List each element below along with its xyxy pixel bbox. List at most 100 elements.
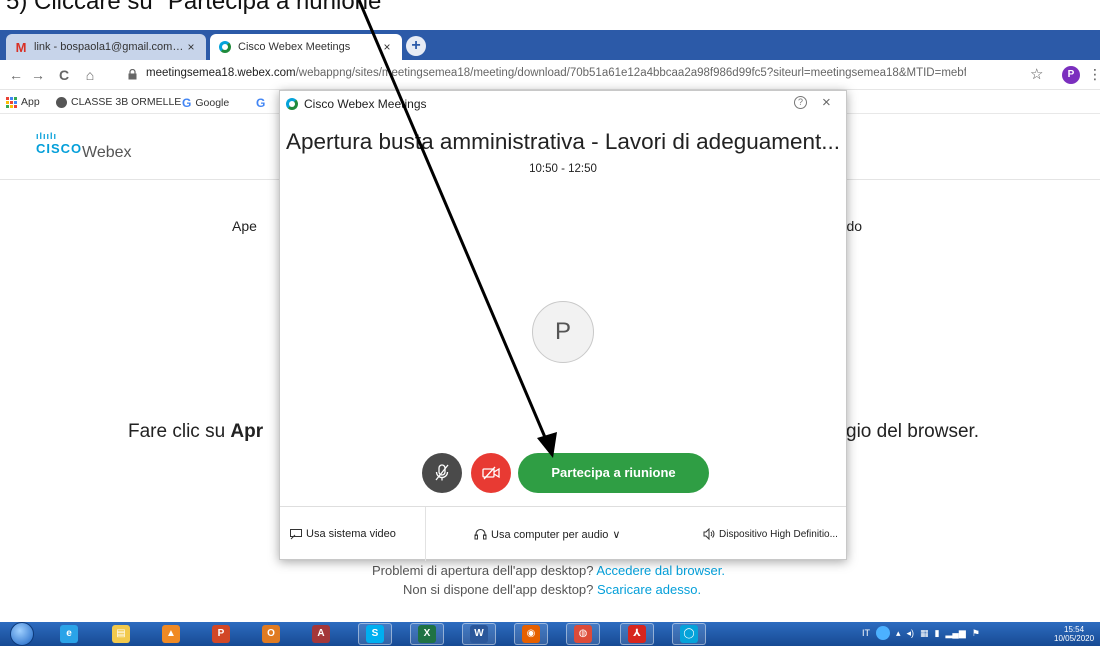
lock-icon	[128, 69, 137, 80]
outlook-icon[interactable]: O	[260, 624, 282, 644]
video-system-icon	[290, 528, 302, 539]
chrome-icon[interactable]: ◍	[566, 623, 600, 645]
video-system-label: Usa sistema video	[306, 528, 396, 540]
meeting-time: 10:50 - 12:50	[529, 163, 597, 175]
network-icon[interactable]: ▦	[920, 628, 929, 639]
speaker-device-label: Dispositivo High Definitio...	[719, 528, 838, 540]
chrome-icon-glyph: ◍	[574, 625, 592, 643]
desktop-app-problem-line: Problemi di apertura dell'app desktop? A…	[372, 563, 725, 578]
vlc-icon[interactable]: ▲	[160, 624, 182, 644]
join-meeting-button[interactable]: Partecipa a riunione	[518, 453, 709, 493]
audio-option-label: Usa computer per audio	[491, 528, 609, 541]
chevron-down-icon: ∨	[612, 529, 621, 541]
powerpoint-icon[interactable]: P	[210, 624, 232, 644]
volume-icon[interactable]: ◂)	[907, 628, 915, 639]
dialog-title-bar: Cisco Webex Meetings	[286, 97, 427, 111]
no-desktop-app-line: Non si dispone dell'app desktop? Scarica…	[403, 582, 701, 597]
speaker-device-option[interactable]: Dispositivo High Definitio...	[703, 528, 838, 540]
powerpoint-icon-glyph: P	[212, 625, 230, 643]
speaker-icon	[703, 528, 715, 540]
background-instruction-end: gio del browser.	[846, 421, 980, 442]
instruction-caption: 5) Cliccare su "Partecipa a riunione"	[0, 0, 1100, 24]
language-indicator[interactable]: IT	[862, 628, 870, 638]
microphone-muted-icon	[435, 464, 449, 481]
meeting-title: Apertura busta amministrativa - Lavori d…	[286, 129, 841, 154]
start-button[interactable]	[10, 622, 34, 646]
clock[interactable]: 15:54 10/05/2020	[1054, 625, 1094, 643]
video-off-button[interactable]	[471, 453, 511, 493]
instruction-prefix: Fare clic su	[128, 421, 231, 442]
close-icon[interactable]: ×	[822, 94, 831, 111]
reload-button[interactable]: C	[56, 67, 72, 83]
dialog-footer: Usa sistema video Usa computer per audio…	[280, 506, 846, 561]
webex-wordmark: Webex	[82, 144, 132, 161]
bookmark-label: Google	[195, 97, 230, 109]
profile-avatar[interactable]: P	[1062, 66, 1080, 84]
acrobat-icon[interactable]: ⅄	[620, 623, 654, 645]
audio-option-dropdown[interactable]: Usa computer per audio ∨	[474, 528, 620, 541]
url-path: /webappng/sites/meetingsemea18/meeting/d…	[295, 67, 966, 79]
browser-menu-icon[interactable]: ⋮	[1088, 66, 1100, 83]
word-icon[interactable]: W	[462, 623, 496, 645]
chrome-icon	[56, 96, 67, 108]
new-tab-button[interactable]: +	[406, 36, 426, 56]
mute-button[interactable]	[422, 453, 462, 493]
download-now-link[interactable]: Scaricare adesso.	[597, 582, 701, 597]
headset-icon	[474, 528, 487, 540]
webex-icon-glyph: ◯	[680, 625, 698, 643]
instruction-bold: Apr	[230, 421, 264, 442]
skype-icon[interactable]: S	[358, 623, 392, 645]
webex-icon	[218, 40, 232, 54]
url-field[interactable]: meetingsemea18.webex.com/webappng/sites/…	[146, 67, 966, 79]
flag-icon[interactable]: ⚑	[972, 628, 980, 639]
ie-icon[interactable]: e	[58, 624, 80, 644]
instruction-caption-text: 5) Cliccare su "Partecipa a riunione"	[6, 0, 390, 15]
outlook-icon-glyph: O	[262, 625, 280, 643]
clock-time: 15:54	[1064, 625, 1085, 634]
google-icon: G	[256, 96, 266, 110]
bookmark-google[interactable]: G Google	[182, 96, 229, 110]
cisco-bars-icon: ılıılı	[36, 131, 58, 141]
tab-label: link - bospaola1@gmail.com - G	[34, 41, 184, 53]
webex-icon	[286, 98, 298, 110]
tab-webex[interactable]: Cisco Webex Meetings ×	[210, 34, 402, 60]
help-icon[interactable]: ?	[794, 96, 807, 109]
google-icon: G	[182, 96, 192, 110]
signal-icon[interactable]: ▂▄▆	[946, 628, 966, 639]
webex-icon[interactable]: ◯	[672, 623, 706, 645]
access-icon[interactable]: A	[310, 624, 332, 644]
access-icon-glyph: A	[312, 625, 330, 643]
explorer-icon[interactable]: ▤	[110, 624, 132, 644]
problem-text: Problemi di apertura dell'app desktop?	[372, 563, 597, 578]
explorer-icon-glyph: ▤	[112, 625, 130, 643]
dialog-title: Cisco Webex Meetings	[304, 97, 427, 111]
forward-button[interactable]: →	[30, 67, 46, 83]
excel-icon-glyph: X	[418, 625, 436, 643]
taskbar: e ▤ ▲ P O A S X W ◉ ◍ ⅄ ◯ IT ▴ ◂) ▦ ▮ ▂▄▆ ⚑ 15:54 10…	[0, 622, 1100, 646]
background-instruction: Fare clic su Apr	[128, 421, 263, 443]
bookmark-apps[interactable]: App	[6, 96, 40, 108]
home-button[interactable]: ⌂	[82, 67, 98, 83]
close-tab-icon[interactable]: ×	[380, 40, 394, 54]
close-tab-icon[interactable]: ×	[184, 40, 198, 54]
excel-icon[interactable]: X	[410, 623, 444, 645]
cisco-logo: ılıılı CISCO	[36, 131, 82, 157]
tab-gmail[interactable]: M link - bospaola1@gmail.com - G ×	[6, 34, 206, 60]
vlc-icon-glyph: ▲	[162, 625, 180, 643]
footer-divider	[425, 507, 426, 561]
firefox-icon[interactable]: ◉	[514, 623, 548, 645]
avatar: P	[532, 301, 594, 363]
bookmark-google-2[interactable]: G	[256, 96, 265, 110]
system-tray: IT ▴ ◂) ▦ ▮ ▂▄▆ ⚑	[862, 626, 980, 640]
join-from-browser-link[interactable]: Accedere dal browser.	[596, 563, 725, 578]
video-system-option[interactable]: Usa sistema video	[290, 528, 396, 540]
back-button[interactable]: ←	[8, 67, 24, 83]
help-icon[interactable]	[876, 626, 890, 640]
skype-icon-glyph: S	[366, 625, 384, 643]
chevron-up-icon[interactable]: ▴	[896, 628, 901, 639]
browser-tab-strip: M link - bospaola1@gmail.com - G × Cisco…	[0, 30, 1100, 82]
bookmark-star-icon[interactable]: ☆	[1030, 65, 1043, 83]
battery-icon[interactable]: ▮	[935, 628, 940, 639]
bookmark-classe[interactable]: CLASSE 3B ORMELLE	[56, 96, 181, 108]
video-off-icon	[482, 466, 500, 480]
